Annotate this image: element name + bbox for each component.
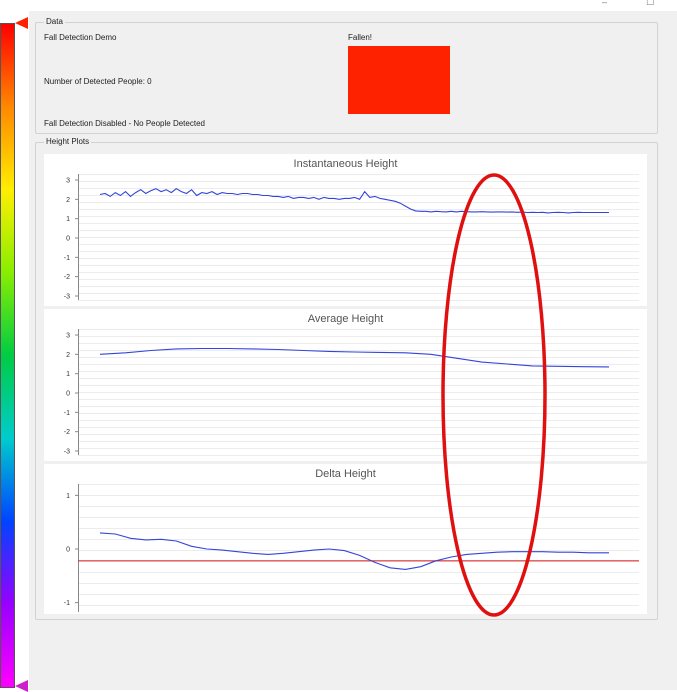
y-tick-label: -1 (64, 600, 70, 607)
y-tick-label: 2 (66, 352, 70, 359)
series-line (99, 532, 609, 570)
y-tick-label: 3 (66, 178, 70, 185)
y-tick-label: -2 (64, 274, 70, 281)
app-window: Data Fall Detection Demo Number of Detec… (29, 11, 677, 690)
fall-indicator-label: Fallen! (348, 33, 373, 42)
y-tick-label: 1 (66, 216, 70, 223)
average-height-chart: 3 2 1 0 -1 -2 -3 (64, 329, 639, 456)
y-tick-label: -3 (64, 449, 70, 456)
height-plots-group: Height Plots Instantaneous Height 3 2 1 0 -1… (35, 136, 658, 620)
restore-button[interactable]: ☐ (646, 0, 654, 7)
y-tick-label: -3 (64, 294, 70, 301)
people-count-label: Number of Detected People: 0 (44, 77, 152, 86)
color-scale-bottom-marker[interactable] (15, 680, 28, 692)
status-message: Fall Detection Disabled - No People Dete… (44, 119, 205, 128)
data-group-title: Data (44, 16, 65, 28)
height-plots-title: Height Plots (44, 136, 92, 148)
color-scale-top-marker[interactable] (15, 17, 28, 29)
fall-indicator-box (348, 46, 450, 114)
delta-height-chart: 1 0 -1 (64, 484, 639, 612)
instantaneous-height-chart: 3 2 1 0 -1 -2 -3 (64, 174, 639, 301)
instantaneous-height-plot: Instantaneous Height 3 2 1 0 -1 -2 -3 (44, 154, 647, 306)
y-tick-label: 0 (66, 391, 70, 398)
y-tick-label: 2 (66, 197, 70, 204)
window-controls: – ☐ (600, 0, 677, 9)
minimize-button[interactable]: – (602, 0, 607, 7)
y-tick-label: -1 (64, 410, 70, 417)
y-tick-label: -2 (64, 429, 70, 436)
demo-label: Fall Detection Demo (44, 33, 117, 42)
data-group: Data Fall Detection Demo Number of Detec… (35, 16, 658, 134)
y-tick-label: 1 (66, 493, 70, 500)
y-tick-label: 1 (66, 371, 70, 378)
color-scale-bar (0, 23, 15, 688)
y-tick-label: 0 (66, 236, 70, 243)
y-tick-label: -1 (64, 255, 70, 262)
y-tick-label: 0 (66, 547, 70, 554)
average-height-plot: Average Height 3 2 1 0 -1 -2 -3 (44, 309, 647, 461)
y-tick-label: 3 (66, 333, 70, 340)
delta-height-plot: Delta Height 1 0 -1 (44, 464, 647, 614)
